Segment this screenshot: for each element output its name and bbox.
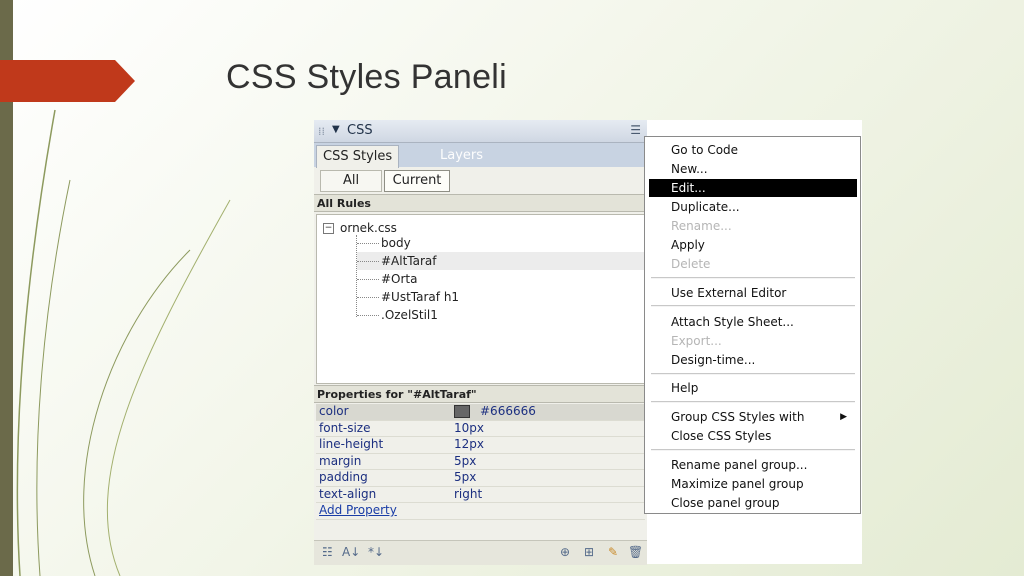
property-row[interactable]: padding 5px — [316, 470, 645, 487]
tab-css-styles[interactable]: CSS Styles — [316, 145, 400, 168]
attach-stylesheet-icon[interactable]: ⊕ — [560, 545, 570, 559]
grip-icon[interactable]: ⁞⁞ — [318, 125, 325, 138]
tree-item-body[interactable]: body — [357, 234, 644, 252]
menu-item-close-panel-group[interactable]: Close panel group — [649, 494, 857, 512]
menu-item-delete: Delete — [671, 257, 711, 271]
tab-layers[interactable]: Layers — [434, 145, 489, 167]
mode-buttons: All Current — [314, 167, 647, 193]
menu-item-new[interactable]: New... — [649, 160, 857, 178]
accent-arrow — [0, 60, 135, 102]
menu-separator — [651, 449, 855, 451]
menu-item-edit[interactable]: Edit... — [649, 179, 857, 197]
tree-root[interactable]: − ornek.css — [323, 221, 397, 235]
menu-separator — [651, 305, 855, 307]
add-property-link[interactable]: Add Property — [319, 503, 397, 519]
new-rule-icon[interactable]: ⊞ — [584, 545, 594, 559]
menu-item-rename: Rename... — [671, 219, 732, 233]
menu-item-apply[interactable]: Apply — [649, 236, 857, 254]
collapse-triangle-icon[interactable]: ▼ — [332, 124, 340, 135]
stylesheet-name: ornek.css — [340, 221, 397, 235]
property-value[interactable]: 5px — [454, 454, 476, 470]
menu-item-rename-panel-group[interactable]: Rename panel group... — [649, 456, 857, 474]
properties-header: Properties for "#AltTaraf" — [314, 385, 647, 403]
property-row[interactable]: text-align right — [316, 486, 645, 503]
menu-separator — [651, 277, 855, 279]
property-row[interactable]: color #666666 — [316, 404, 645, 421]
all-rules-header: All Rules — [314, 194, 647, 212]
menu-separator — [651, 373, 855, 375]
delete-trash-icon[interactable]: 🗑 — [628, 545, 643, 559]
all-button[interactable]: All — [320, 170, 382, 192]
property-value[interactable]: #666666 — [454, 404, 536, 420]
slide-title: CSS Styles Paneli — [226, 58, 508, 96]
properties-table: color #666666 font-size 10px line-height… — [316, 404, 645, 520]
property-value[interactable]: 10px — [454, 421, 484, 437]
panel-tabs: CSS Styles Layers — [314, 143, 647, 168]
property-name: font-size — [319, 420, 371, 435]
set-properties-view-icon[interactable]: *↓ — [368, 545, 384, 559]
menu-item-design-time[interactable]: Design-time... — [649, 351, 857, 369]
menu-item-maximize-panel-group[interactable]: Maximize panel group — [649, 475, 857, 493]
css-panel: ⁞⁞ ▼ CSS ☰ CSS Styles Layers All Current… — [314, 120, 647, 565]
property-row[interactable]: margin 5px — [316, 453, 645, 470]
panel-header[interactable]: ⁞⁞ ▼ CSS ☰ — [314, 120, 647, 143]
tree-item-usttaraf-h1[interactable]: #UstTaraf h1 — [357, 288, 644, 306]
submenu-arrow-icon: ▶ — [840, 412, 847, 422]
property-name: margin — [319, 453, 362, 468]
menu-item-go-to-code[interactable]: Go to Code — [649, 141, 857, 159]
tree-item-alttaraf[interactable]: #AltTaraf — [357, 252, 644, 270]
property-name: line-height — [319, 437, 384, 451]
category-view-icon[interactable]: ☷ — [322, 545, 333, 559]
alphabetical-view-icon[interactable]: A↓ — [342, 545, 360, 559]
menu-separator — [651, 401, 855, 403]
property-value[interactable]: right — [454, 487, 482, 503]
edit-pencil-icon[interactable]: ✎ — [608, 545, 618, 559]
tree-item-orta[interactable]: #Orta — [357, 270, 644, 288]
options-context-menu: Go to Code New... Edit... Duplicate... R… — [644, 136, 861, 514]
add-property-row: Add Property — [316, 503, 645, 520]
panel-footer: ☷ A↓ *↓ ⊕ ⊞ ✎ 🗑 — [314, 540, 647, 565]
property-row[interactable]: line-height 12px — [316, 437, 645, 454]
property-value[interactable]: 12px — [454, 437, 484, 453]
tree-item-ozelstil1[interactable]: .OzelStil1 — [357, 306, 644, 324]
menu-item-group-css-styles-with[interactable]: Group CSS Styles with ▶ — [649, 408, 857, 426]
menu-item-close-css-styles[interactable]: Close CSS Styles — [649, 427, 857, 445]
color-swatch[interactable] — [454, 405, 470, 418]
menu-item-help[interactable]: Help — [649, 379, 857, 397]
property-name: text-align — [319, 486, 377, 501]
property-name: color — [319, 404, 349, 418]
dreamweaver-screenshot: ⁞⁞ ▼ CSS ☰ CSS Styles Layers All Current… — [314, 120, 862, 565]
menu-item-attach-style-sheet[interactable]: Attach Style Sheet... — [649, 313, 857, 331]
options-menu-icon[interactable]: ☰ — [630, 123, 641, 137]
rules-tree: − ornek.css body #AltTaraf #Orta #UstTar… — [316, 214, 647, 384]
current-button[interactable]: Current — [384, 170, 450, 192]
property-name: padding — [319, 470, 368, 484]
property-row[interactable]: font-size 10px — [316, 420, 645, 437]
menu-item-export: Export... — [671, 334, 722, 348]
menu-item-duplicate[interactable]: Duplicate... — [649, 198, 857, 216]
property-value[interactable]: 5px — [454, 470, 476, 486]
panel-title: CSS — [347, 123, 373, 138]
collapse-minus-icon[interactable]: − — [323, 222, 334, 234]
menu-item-use-external-editor[interactable]: Use External Editor — [649, 284, 857, 302]
